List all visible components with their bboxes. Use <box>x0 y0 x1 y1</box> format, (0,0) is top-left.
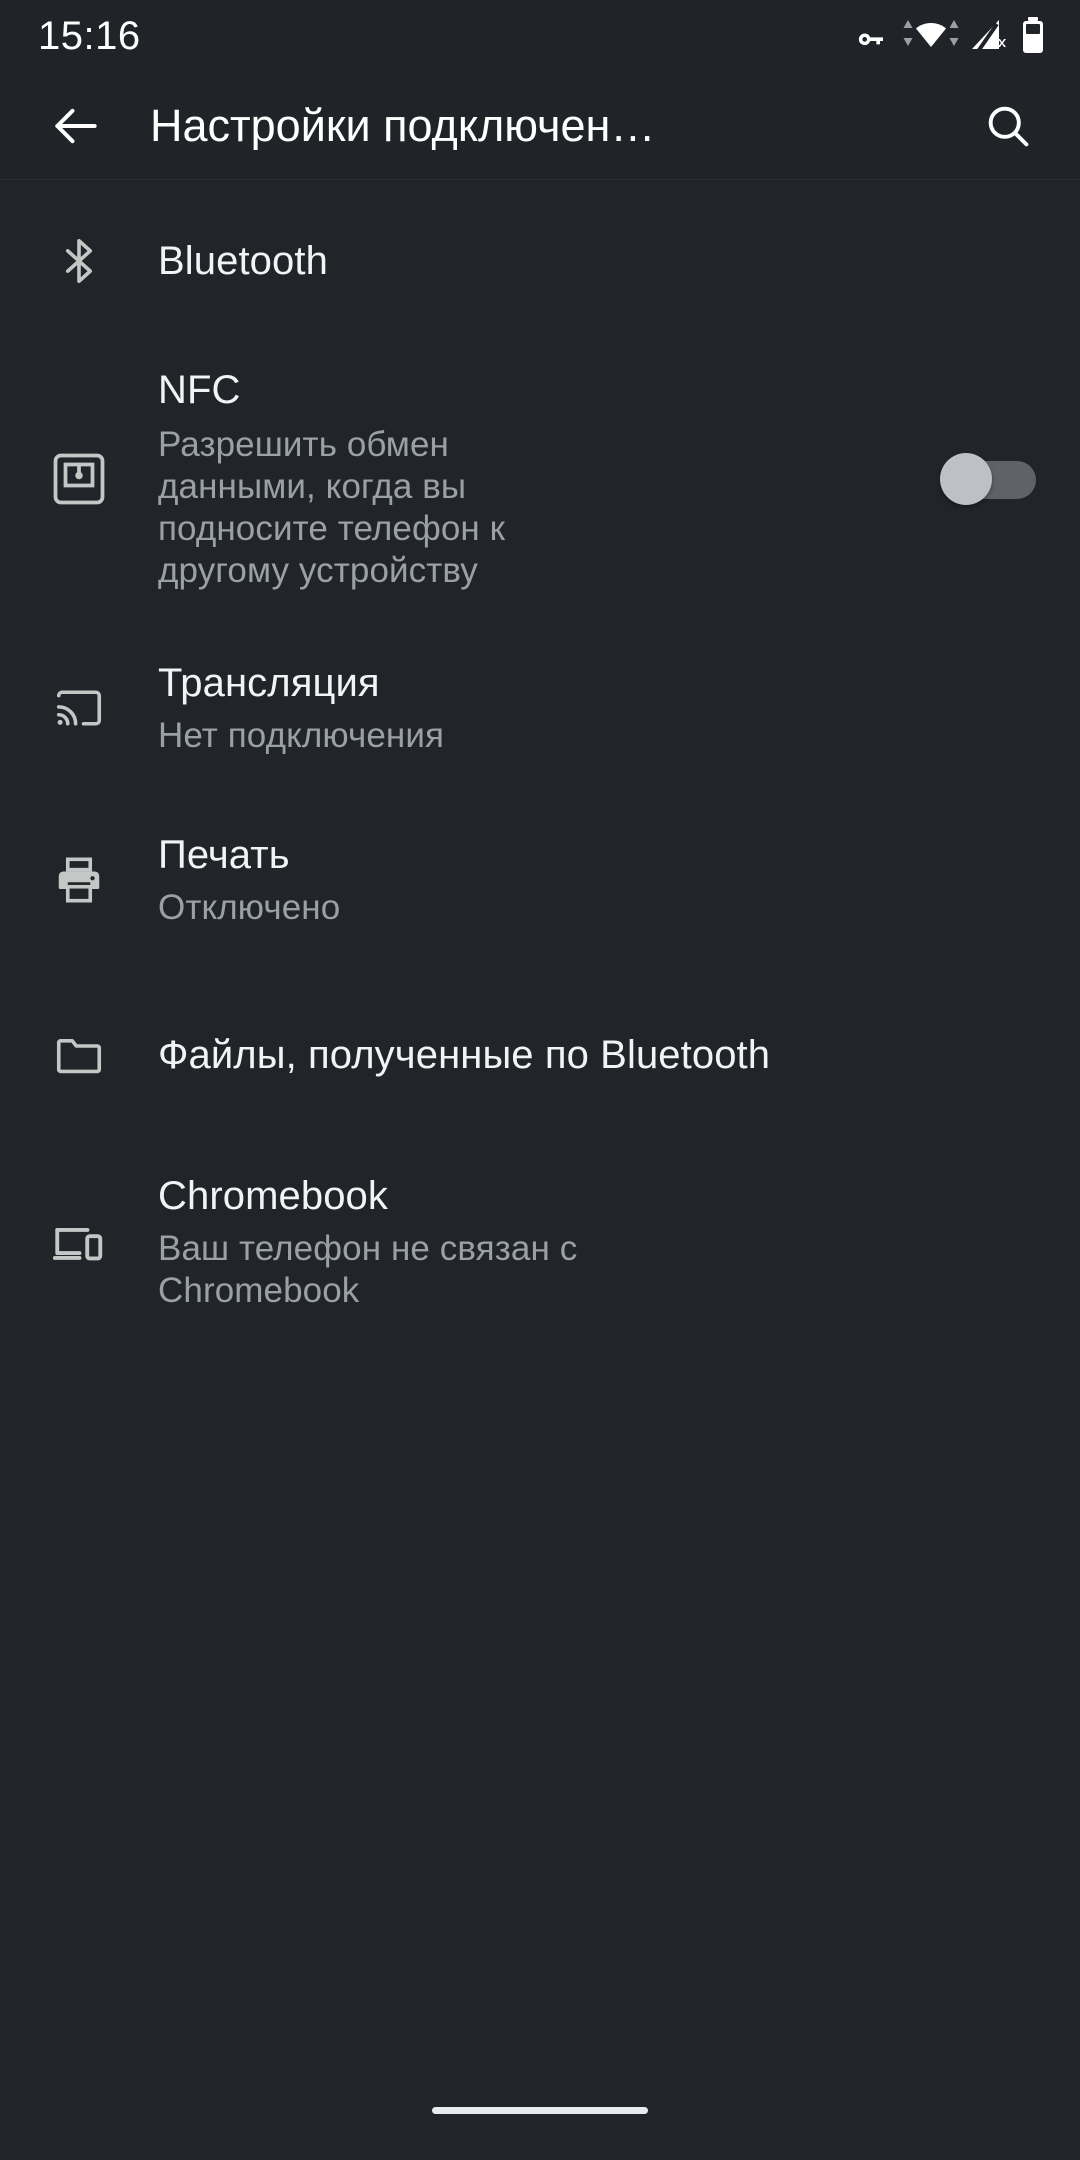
printer-icon <box>0 853 158 907</box>
list-item-print[interactable]: Печать Отключено <box>0 794 1080 966</box>
wifi-data-transfer-icon <box>902 16 960 56</box>
list-item-nfc[interactable]: NFC Разрешить обмен данными, когда вы по… <box>0 336 1080 622</box>
app-bar: Настройки подключен… <box>0 72 1080 180</box>
cellular-no-signal-icon <box>969 16 1011 56</box>
page-title: Настройки подключен… <box>150 100 656 151</box>
subtitle-line: данными, когда вы <box>158 466 467 506</box>
subtitle-line: подносите телефон к <box>158 508 506 548</box>
subtitle-line: другому устройству <box>158 550 478 590</box>
navigation-bar <box>0 2060 1080 2160</box>
battery-icon <box>1020 16 1046 56</box>
settings-list: Bluetooth NFC Разрешить обмен данными, к… <box>0 180 1080 2060</box>
back-button[interactable] <box>34 84 118 168</box>
list-item-subtitle: Отключено <box>158 887 1026 929</box>
bluetooth-icon <box>0 234 158 288</box>
search-button[interactable] <box>966 84 1050 168</box>
phone-screen: 15:16 Настройки подключен… Bluetooth NFC… <box>0 0 1080 2160</box>
list-item-text: NFC Разрешить обмен данными, когда вы по… <box>158 367 926 592</box>
list-item-text: Файлы, полученные по Bluetooth <box>158 1032 1036 1078</box>
subtitle-line: Отключено <box>158 887 341 927</box>
list-item-subtitle: Разрешить обмен данными, когда вы поднос… <box>158 424 892 592</box>
subtitle-line: Нет подключения <box>158 715 445 755</box>
subtitle-line: Ваш телефон не связан с <box>158 1228 578 1268</box>
subtitle-line: Разрешить обмен <box>158 424 449 464</box>
list-item-text: Трансляция Нет подключения <box>158 660 1036 757</box>
nfc-toggle-container[interactable] <box>940 453 1036 505</box>
arrow-left-icon <box>55 108 97 143</box>
home-gesture-pill[interactable] <box>432 2106 648 2114</box>
list-item-title: Chromebook <box>158 1173 389 1218</box>
laptop-phone-icon <box>0 1213 158 1271</box>
nfc-icon <box>0 449 158 509</box>
nfc-toggle[interactable] <box>940 453 1036 505</box>
status-clock: 15:16 <box>38 14 141 58</box>
list-item-cast[interactable]: Трансляция Нет подключения <box>0 622 1080 794</box>
list-item-chromebook[interactable]: Chromebook Ваш телефон не связан с Chrom… <box>0 1144 1080 1340</box>
cast-icon <box>0 681 158 735</box>
toggle-thumb <box>940 453 992 505</box>
status-bar: 15:16 <box>0 0 1080 72</box>
list-item-title: NFC <box>158 367 241 412</box>
search-icon <box>988 106 1029 146</box>
list-item-bluetooth-files[interactable]: Файлы, полученные по Bluetooth <box>0 966 1080 1144</box>
list-item-bluetooth[interactable]: Bluetooth <box>0 186 1080 336</box>
folder-icon <box>0 1028 158 1082</box>
list-item-text: Chromebook Ваш телефон не связан с Chrom… <box>158 1173 1036 1312</box>
list-item-subtitle: Нет подключения <box>158 715 1026 757</box>
list-item-text: Печать Отключено <box>158 832 1036 929</box>
list-item-title: Bluetooth <box>158 239 328 283</box>
vpn-key-icon <box>853 16 893 56</box>
list-item-title: Печать <box>158 832 290 877</box>
list-item-title: Трансляция <box>158 660 380 705</box>
subtitle-line: Chromebook <box>158 1270 360 1310</box>
list-item-title: Файлы, полученные по Bluetooth <box>158 1033 771 1077</box>
list-item-text: Bluetooth <box>158 238 1036 284</box>
status-icon-group <box>853 16 1046 56</box>
list-item-subtitle: Ваш телефон не связан с Chromebook <box>158 1228 1026 1312</box>
